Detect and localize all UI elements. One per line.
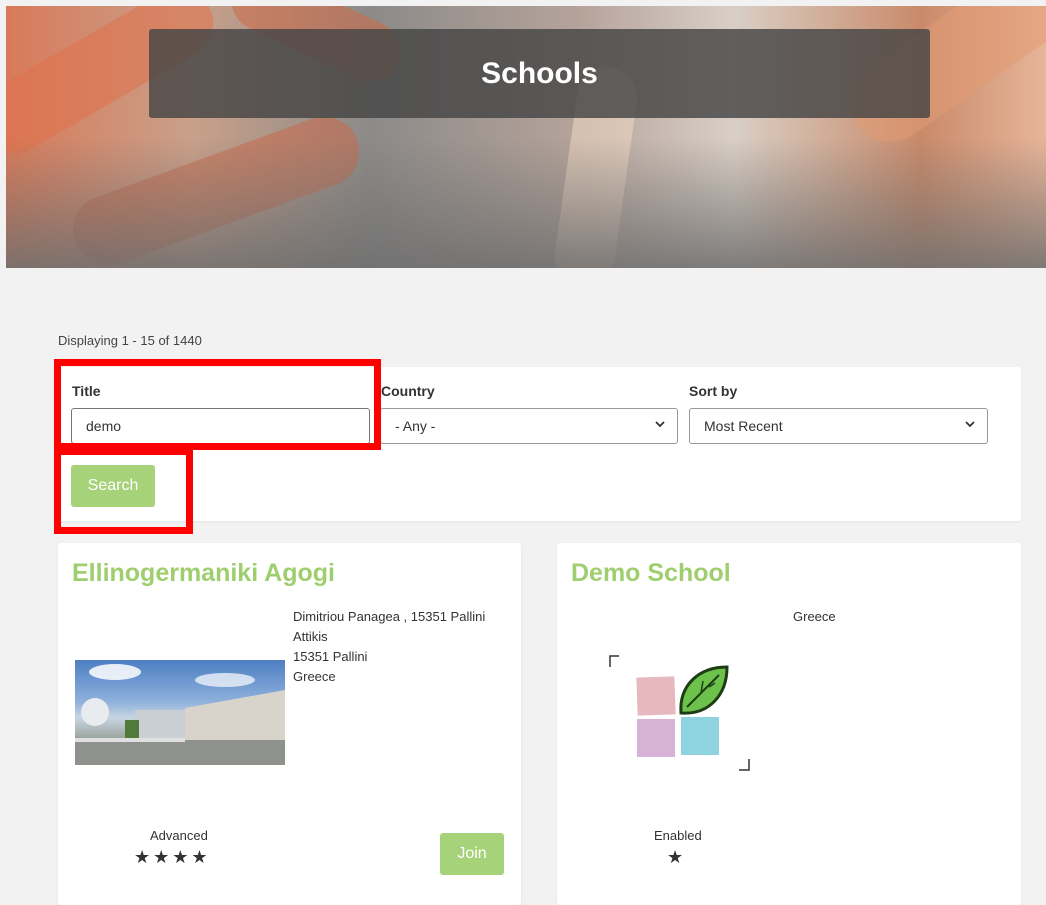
rating-stars: ★★★★ — [134, 847, 211, 867]
address-line: Attikis — [293, 629, 328, 644]
school-level: Advanced — [150, 828, 208, 843]
school-logo-leaf — [609, 655, 750, 771]
page-title: Schools — [149, 29, 930, 118]
chevron-down-icon — [965, 421, 975, 428]
sort-by-select[interactable]: Most Recent — [689, 408, 988, 444]
address-line: Greece — [293, 669, 336, 684]
school-title-link[interactable]: Ellinogermaniki Agogi — [72, 559, 335, 588]
country-select[interactable]: - Any - — [380, 408, 678, 444]
school-card: Ellinogermaniki Agogi Dimitriou Panagea … — [58, 543, 521, 905]
school-level: Enabled — [654, 828, 702, 843]
rating-stars: ★ — [667, 847, 687, 867]
join-button[interactable]: Join — [440, 833, 504, 875]
sort-by-label: Sort by — [689, 383, 738, 399]
highlight-search-button — [54, 448, 193, 534]
chevron-down-icon — [655, 421, 665, 428]
page: Schools Displaying 1 - 15 of 1440 Title … — [0, 0, 1046, 905]
school-building-photo — [75, 664, 285, 765]
address-line: 15351 Pallini — [293, 649, 368, 664]
address-line: Dimitriou Panagea , 15351 Pallini — [293, 609, 486, 624]
school-logo[interactable] — [609, 655, 754, 773]
results-count: Displaying 1 - 15 of 1440 — [58, 333, 202, 348]
school-address: Dimitriou Panagea , 15351 Pallini Attiki… — [293, 607, 485, 687]
highlight-title-input — [54, 359, 381, 450]
country-select-value: - Any - — [395, 418, 436, 434]
school-image[interactable] — [75, 660, 285, 765]
sort-by-select-value: Most Recent — [704, 418, 783, 434]
school-title-link[interactable]: Demo School — [571, 559, 731, 588]
country-filter-label: Country — [381, 383, 435, 399]
school-card: Demo School Greece Enabled ★ — [557, 543, 1021, 905]
school-country: Greece — [793, 609, 836, 624]
